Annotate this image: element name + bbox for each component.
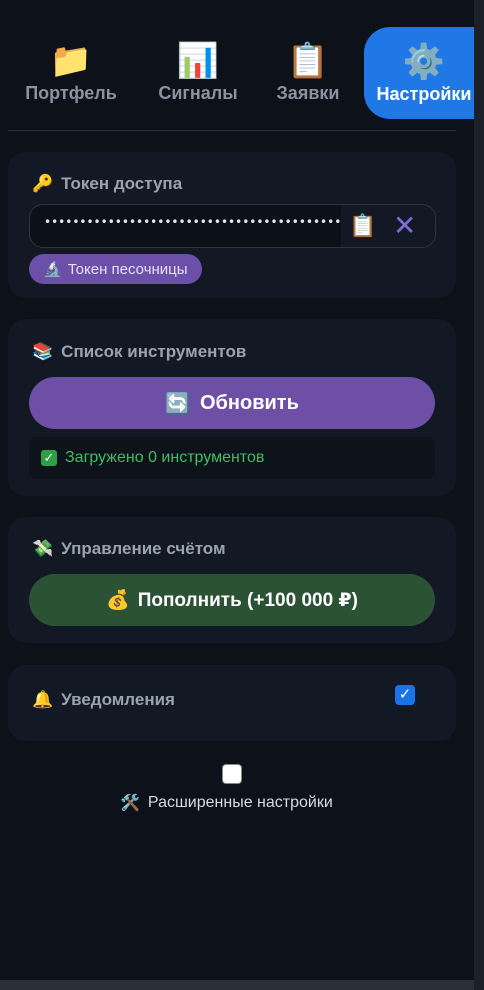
clipboard-icon: 📋 <box>286 41 330 80</box>
advanced-settings-text: Расширенные настройки <box>147 794 333 811</box>
token-value[interactable]: ••••••••••••••••••••••••••••••••••••••••… <box>44 215 344 229</box>
horizontal-scrollbar[interactable] <box>0 980 474 990</box>
gear-icon: ⚙️ <box>402 42 446 81</box>
tools-icon: 🛠️ <box>120 795 140 812</box>
key-icon: 🔑 <box>32 174 54 193</box>
close-icon[interactable]: ✕ <box>393 209 416 242</box>
instruments-title-label: Список инструментов <box>61 342 247 361</box>
refresh-label: Обновить <box>200 391 299 414</box>
topup-button[interactable]: 💰 Пополнить (+100 000 ₽) <box>29 574 435 626</box>
app-window: 📁 Портфель 📊 Сигналы 📋 Заявки ⚙️ Настрой… <box>0 0 484 980</box>
advanced-settings-checkbox[interactable] <box>222 764 242 784</box>
notifications-checkbox[interactable]: ✓ <box>395 685 415 705</box>
sandbox-token-toggle[interactable]: 🔬 Токен песочницы <box>29 254 202 284</box>
topup-label: Пополнить (+100 000 ₽) <box>137 589 358 611</box>
tab-orders[interactable]: 📋 Заявки <box>266 24 350 120</box>
tab-settings[interactable]: ⚙️ Настройки <box>364 27 484 119</box>
status-message: ✓ Загружено 0 инструментов <box>41 449 264 467</box>
tab-label: Портфель <box>25 82 117 103</box>
token-input[interactable]: ••••••••••••••••••••••••••••••••••••••••… <box>29 204 436 248</box>
token-title: 🔑 Токен доступа <box>32 174 182 194</box>
divider <box>8 130 456 131</box>
tab-label: Заявки <box>276 82 340 103</box>
status-box: ✓ Загружено 0 инструментов <box>29 437 435 479</box>
account-title: 💸 Управление счётом <box>32 539 226 559</box>
refresh-icon: 🔄 <box>165 392 190 415</box>
notifications-title-label: Уведомления <box>61 690 175 709</box>
notifications-card: 🔔 Уведомления ✓ <box>8 665 456 741</box>
sandbox-label: Токен песочницы <box>67 260 188 278</box>
status-label: Загружено 0 инструментов <box>65 449 265 466</box>
microscope-icon: 🔬 <box>43 261 62 278</box>
tab-signals[interactable]: 📊 Сигналы <box>146 24 250 120</box>
instruments-title: 📚 Список инструментов <box>32 342 246 362</box>
refresh-button[interactable]: 🔄 Обновить <box>29 377 435 429</box>
paste-icon[interactable]: 📋 <box>349 213 376 239</box>
account-title-label: Управление счётом <box>61 539 226 558</box>
advanced-settings-label[interactable]: 🛠️ Расширенные настройки <box>120 793 333 813</box>
instruments-card: 📚 Список инструментов 🔄 Обновить ✓ Загру… <box>8 319 456 496</box>
chart-icon: 📊 <box>176 41 220 80</box>
token-card: 🔑 Токен доступа ••••••••••••••••••••••••… <box>8 152 456 298</box>
tab-label: Настройки <box>376 83 472 104</box>
tab-portfolio[interactable]: 📁 Портфель <box>14 24 128 120</box>
bell-icon: 🔔 <box>32 690 54 709</box>
token-title-label: Токен доступа <box>61 174 183 193</box>
money-bag-icon: 💰 <box>106 590 130 611</box>
money-wings-icon: 💸 <box>32 539 54 558</box>
tab-label: Сигналы <box>158 82 238 103</box>
tab-bar: 📁 Портфель 📊 Сигналы 📋 Заявки ⚙️ Настрой… <box>0 24 484 120</box>
token-actions: 📋 ✕ <box>341 205 435 247</box>
check-icon: ✓ <box>41 450 57 466</box>
account-card: 💸 Управление счётом 💰 Пополнить (+100 00… <box>8 517 456 643</box>
vertical-scrollbar[interactable] <box>474 0 484 990</box>
books-icon: 📚 <box>32 342 54 361</box>
notifications-title: 🔔 Уведомления <box>32 690 175 710</box>
folder-icon: 📁 <box>49 41 93 80</box>
